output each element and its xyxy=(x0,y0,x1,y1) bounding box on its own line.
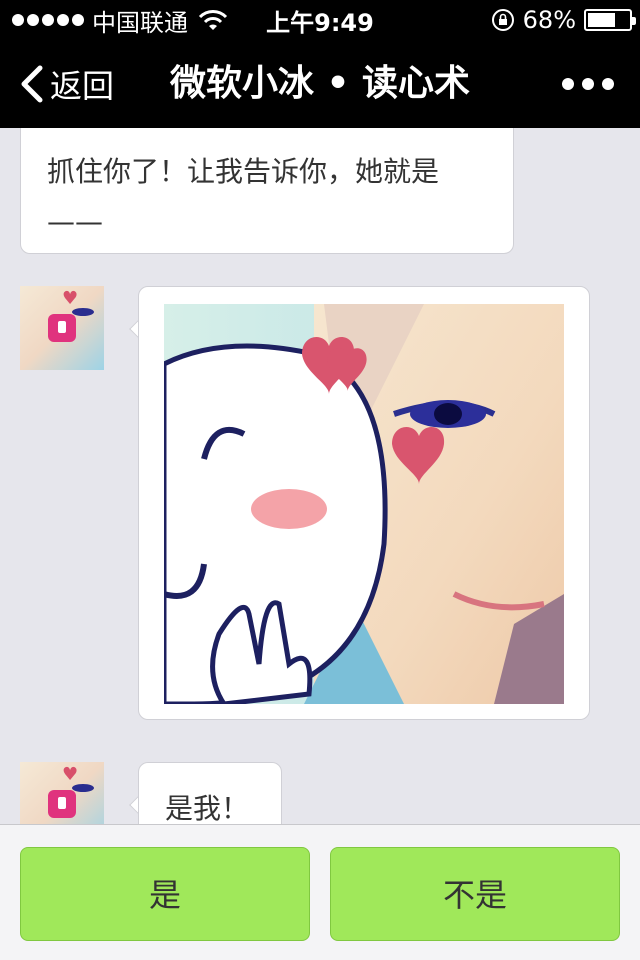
yes-button[interactable]: 是 xyxy=(20,847,310,941)
more-icon[interactable] xyxy=(562,40,614,128)
message-bubble: 抓住你了！让我告诉你，她就是—— xyxy=(20,128,514,254)
chat-area[interactable]: 抓住你了！让我告诉你，她就是—— ♥ ♥ 是我！ xyxy=(0,128,640,824)
image-message[interactable] xyxy=(138,286,590,720)
back-label: 返回 xyxy=(50,67,115,105)
nav-bar: 返回 微软小冰 • 读心术 xyxy=(0,40,640,128)
message-text: 抓住你了！让我告诉你，她就是—— xyxy=(47,155,440,238)
badge-icon xyxy=(48,314,76,342)
status-bar: 中国联通 上午9:49 68% xyxy=(0,0,640,40)
rotation-lock-icon xyxy=(491,9,514,31)
carrier-name: 中国联通 xyxy=(92,8,188,37)
photo-image xyxy=(164,304,564,704)
badge-icon xyxy=(48,790,76,818)
avatar[interactable]: ♥ xyxy=(20,762,104,824)
battery-icon xyxy=(584,9,636,31)
back-button[interactable]: 返回 xyxy=(18,40,114,128)
wifi-icon xyxy=(198,10,228,30)
avatar[interactable]: ♥ xyxy=(20,286,104,370)
signal-dots-icon xyxy=(12,14,84,26)
chevron-left-icon xyxy=(21,65,43,103)
action-bar: 是 不是 xyxy=(0,824,640,960)
message-bubble: 是我！ xyxy=(138,762,282,824)
message-text: 是我！ xyxy=(165,792,250,824)
battery-percent: 68% xyxy=(522,6,576,34)
no-button[interactable]: 不是 xyxy=(330,847,620,941)
